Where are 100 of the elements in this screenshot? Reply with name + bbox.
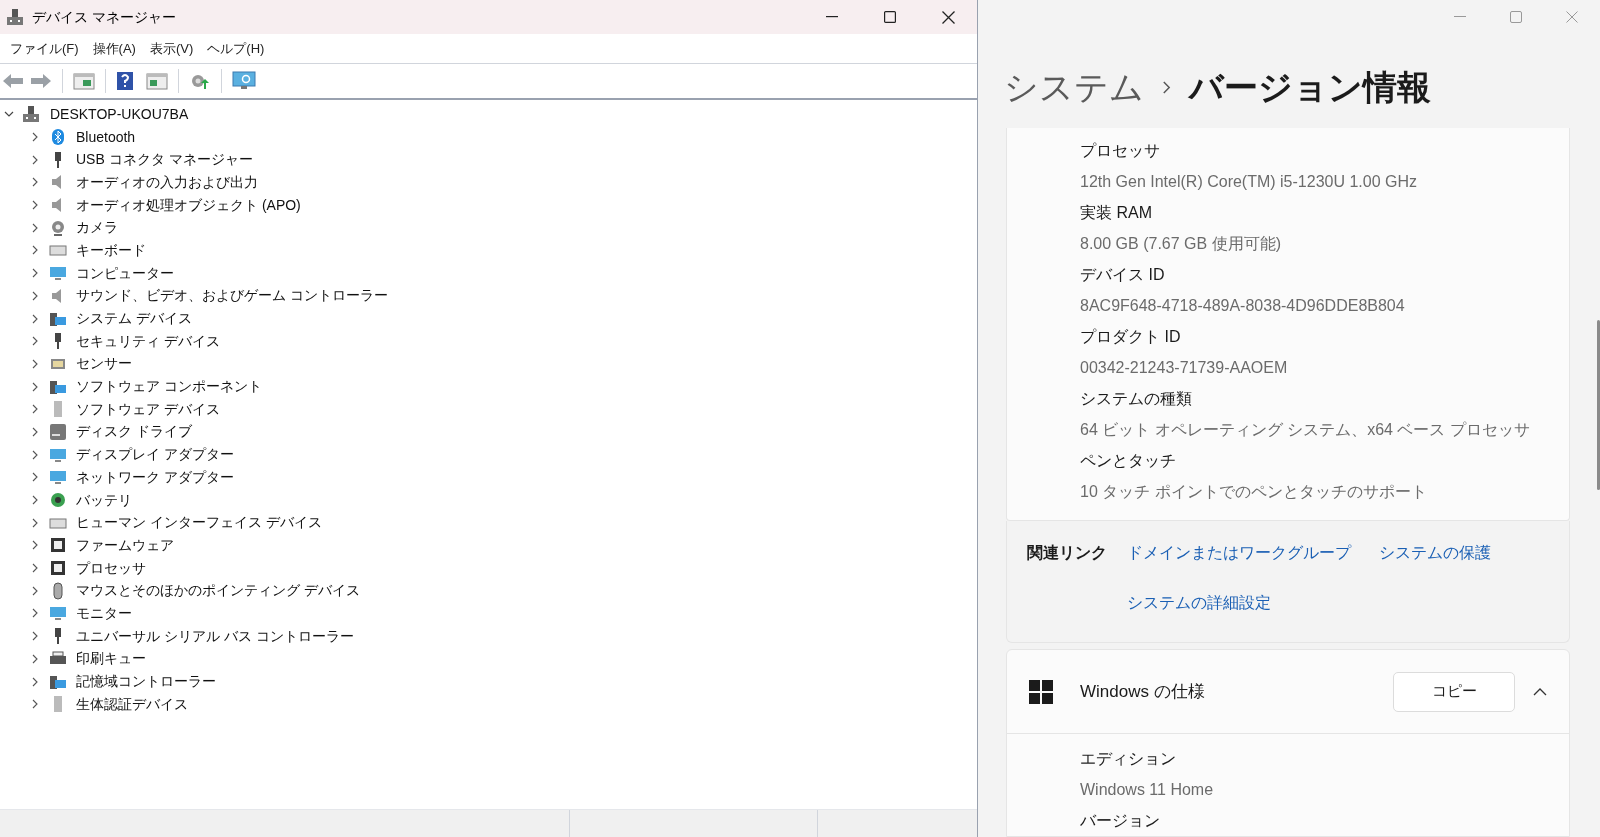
tree-item[interactable]: カメラ [76,217,118,239]
spec-label: システムの種類 [1080,389,1193,409]
window-title: デバイス マネージャー [32,7,176,27]
spec-value: 64 ビット オペレーティング システム、x64 ベース プロセッサ [1080,420,1531,440]
device-icon [49,422,67,441]
tree-item[interactable]: 生体認証デバイス [76,693,188,715]
device-icon [49,491,67,510]
tree-item[interactable]: センサー [76,353,132,375]
chevron-icon[interactable] [30,268,40,279]
device-icon [49,264,67,283]
tree-item[interactable]: ファームウェア [76,534,174,556]
device-icon [49,128,67,147]
forward-arrow-icon[interactable] [30,73,52,89]
device-icon [49,218,67,237]
tree-item[interactable]: システム デバイス [76,308,192,330]
chevron-icon[interactable] [30,449,40,460]
chevron-icon[interactable] [30,154,40,165]
related-links-label: 関連リンク [1027,543,1108,563]
tree-item[interactable]: サウンド、ビデオ、およびゲーム コントローラー [76,285,388,307]
chevron-icon[interactable] [30,404,40,415]
tree-item[interactable]: モニター [76,602,132,624]
spec-label: プロダクト ID [1080,327,1182,347]
computer-icon [22,105,40,124]
chevron-icon[interactable] [30,472,40,483]
tree-item[interactable]: キーボード [76,239,146,261]
link[interactable]: システムの保護 [1379,541,1491,565]
chevron-icon[interactable] [30,517,40,528]
help-icon[interactable] [116,71,134,91]
back-arrow-icon[interactable] [2,73,24,89]
spec-label: ペンとタッチ [1080,451,1177,471]
chevron-icon[interactable] [30,200,40,211]
chevron-icon[interactable] [30,540,40,551]
chevron-icon[interactable] [30,132,40,143]
spec-value: 00342-21243-71739-AAOEM [1080,358,1289,378]
menu-item[interactable]: ファイル(F) [8,38,81,59]
tree-item[interactable]: 記憶域コントローラー [76,671,216,693]
chevron-icon[interactable] [30,426,40,437]
tree-item[interactable]: ユニバーサル シリアル バス コントローラー [76,625,354,647]
tree-item[interactable]: DESKTOP-UKOU7BA [50,103,189,125]
tree-item[interactable]: ソフトウェア デバイス [76,398,220,420]
tree-item[interactable]: ソフトウェア コンポーネント [76,376,262,398]
chevron-icon[interactable] [30,563,40,574]
chevron-icon[interactable] [30,222,40,233]
chevron-icon[interactable] [1533,687,1547,696]
maximize-icon [884,11,896,23]
tree-item[interactable]: ヒューマン インターフェイス デバイス [76,512,322,534]
monitor-scan-icon[interactable] [232,71,256,91]
tree-item[interactable]: コンピューター [76,262,174,284]
device-icon [49,468,67,487]
tree-item[interactable]: オーディオの入力および出力 [76,171,258,193]
maximize-icon [1510,10,1522,23]
chevron-icon[interactable] [30,608,40,619]
chevron-icon[interactable] [30,290,40,301]
chevron-icon[interactable] [30,495,40,506]
tree-item[interactable]: ディスク ドライブ [76,421,192,443]
tree-item[interactable]: 印刷キュー [76,648,146,670]
menu-item[interactable]: 操作(A) [90,38,138,59]
section-title: Windows の仕様 [1080,680,1205,703]
chevron-icon[interactable] [30,313,40,324]
spec-label: 実装 RAM [1080,203,1153,223]
chevron-icon[interactable] [30,245,40,256]
tree-item[interactable]: USB コネクタ マネージャー [76,149,253,171]
chevron-icon[interactable] [30,676,40,687]
spec-value: 8.00 GB (7.67 GB 使用可能) [1080,234,1282,254]
menu-item[interactable]: 表示(V) [147,38,196,59]
chevron-icon[interactable] [30,358,40,369]
tree-item[interactable]: ディスプレイ アダプター [76,444,234,466]
tree-item[interactable]: セキュリティ デバイス [76,330,220,352]
spec-value: Windows 11 Home [1080,780,1215,800]
chevron-icon[interactable] [30,177,40,188]
console-tree-icon[interactable] [73,72,95,90]
menu-item[interactable]: ヘルプ(H) [205,38,267,59]
close-icon [1566,10,1578,23]
chevron-icon[interactable] [30,631,40,642]
tree-item[interactable]: プロセッサ [76,557,146,579]
tree-item[interactable]: バッテリ [76,489,132,511]
device-manager-icon [6,8,24,26]
chevron-icon[interactable] [30,336,40,347]
chevron-icon[interactable] [30,653,40,664]
breadcrumb-item[interactable]: システム [1004,62,1144,114]
copy-button[interactable]: コピー [1393,671,1515,712]
spec-label: エディション [1080,749,1177,769]
chevron-icon[interactable] [30,381,40,392]
tree-item[interactable]: オーディオ処理オブジェクト (APO) [76,194,301,216]
link[interactable]: システムの詳細設定 [1127,591,1271,615]
tree-item[interactable]: ネットワーク アダプター [76,466,234,488]
device-icon [49,536,67,555]
chevron-icon[interactable] [30,585,40,596]
tree-item[interactable]: Bluetooth [76,126,136,148]
windows-logo-icon [1029,679,1053,704]
spec-value: 12th Gen Intel(R) Core(TM) i5-1230U 1.00 GHz [1080,172,1418,192]
close-icon [941,10,955,24]
link[interactable]: ドメインまたはワークグループ [1127,541,1351,565]
spec-label: プロセッサ [1080,141,1161,161]
tree-item[interactable]: マウスとそのほかのポインティング デバイス [76,580,360,602]
action-pane-icon[interactable] [146,72,168,90]
device-icon [49,604,67,623]
chevron-icon[interactable] [30,699,40,710]
chevron-icon [1162,81,1171,95]
minimize-icon [1454,15,1466,18]
